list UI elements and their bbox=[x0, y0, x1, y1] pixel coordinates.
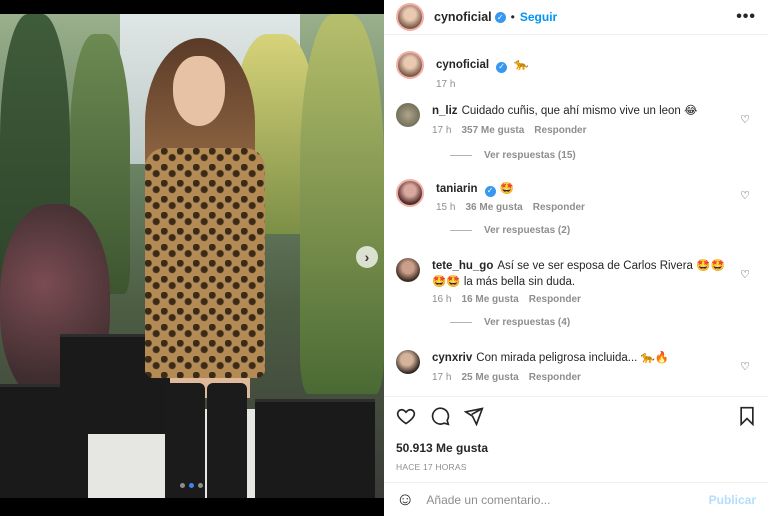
verified-badge-icon: ✓ bbox=[494, 11, 506, 23]
action-icons bbox=[396, 405, 756, 427]
comments-list: cynoficial ✓ 🐆 17 h n_liz Cuidado cuñis, q… bbox=[384, 45, 768, 395]
replies-line bbox=[450, 230, 472, 231]
author-username[interactable]: cynoficial bbox=[434, 10, 492, 24]
comment-like-heart-icon[interactable]: ♡ bbox=[740, 113, 750, 126]
post-actions: 50.913 Me gusta HACE 17 HORAS bbox=[384, 396, 768, 472]
commenter-avatar[interactable] bbox=[396, 179, 424, 207]
view-replies-button[interactable]: Ver respuestas (2) bbox=[450, 225, 756, 236]
comment-item: tete_hu_go Así se ve ser esposa de Carlos… bbox=[396, 258, 756, 328]
caption-username[interactable]: cynoficial bbox=[436, 59, 489, 71]
comment-likes[interactable]: 357 Me gusta bbox=[461, 125, 524, 136]
more-options-icon[interactable]: ••• bbox=[736, 8, 756, 26]
reply-button[interactable]: Responder bbox=[529, 294, 581, 305]
comment-time: 17 h bbox=[432, 125, 452, 136]
photo-dress bbox=[145, 148, 265, 378]
comment-like-heart-icon[interactable]: ♡ bbox=[740, 268, 750, 281]
comment-username[interactable]: cynxriv bbox=[432, 352, 472, 364]
commenter-avatar[interactable] bbox=[396, 103, 420, 127]
comment-text: Con mirada peligrosa incluida... 🐆🔥 bbox=[476, 352, 670, 364]
view-replies-label: Ver respuestas (4) bbox=[484, 317, 571, 328]
verified-badge-icon: ✓ bbox=[496, 61, 508, 73]
photo-boot bbox=[207, 383, 247, 498]
comment-time: 17 h bbox=[432, 372, 452, 383]
view-replies-button[interactable]: Ver respuestas (15) bbox=[450, 150, 756, 161]
comment-item: taniarin ✓ 🤩 15 h 36 Me gusta Responder ♡ … bbox=[396, 179, 756, 236]
instagram-post-modal: › cynoficial ✓ • Seguir ••• cynoficial ✓… bbox=[0, 0, 768, 516]
comment-icon[interactable] bbox=[430, 406, 450, 426]
comment-text: Cuidado cuñis, que ahí mismo vive un leo… bbox=[461, 105, 698, 117]
reply-button[interactable]: Responder bbox=[534, 125, 586, 136]
author-avatar[interactable] bbox=[396, 51, 424, 79]
comment-username[interactable]: taniarin bbox=[436, 183, 478, 195]
caption-time: 17 h bbox=[436, 79, 456, 90]
bookmark-icon[interactable] bbox=[738, 406, 756, 426]
follow-button[interactable]: Seguir bbox=[520, 10, 557, 24]
comment-username[interactable]: tete_hu_go bbox=[432, 260, 493, 272]
comment-item: cynxriv Con mirada peligrosa incluida... … bbox=[396, 350, 756, 383]
post-timestamp: HACE 17 HORAS bbox=[396, 462, 467, 472]
verified-badge-icon: ✓ bbox=[484, 185, 496, 197]
emoji-icon[interactable]: ☺ bbox=[396, 489, 414, 510]
commenter-avatar[interactable] bbox=[396, 258, 420, 282]
comment-time: 15 h bbox=[436, 202, 456, 213]
heart-icon[interactable] bbox=[396, 406, 416, 426]
carousel-dots bbox=[180, 483, 203, 488]
photo-boot bbox=[165, 383, 205, 498]
photo-palm bbox=[300, 14, 384, 394]
carousel-dot bbox=[180, 483, 185, 488]
caption-text: 🐆 bbox=[514, 59, 529, 71]
share-icon[interactable] bbox=[464, 406, 484, 426]
commenter-avatar[interactable] bbox=[396, 350, 420, 374]
comment-item: n_liz Cuidado cuñis, que ahí mismo vive u… bbox=[396, 103, 756, 161]
comment-input[interactable] bbox=[426, 492, 709, 507]
comment-text: 🤩 bbox=[499, 183, 514, 195]
replies-line bbox=[450, 322, 472, 323]
add-comment-bar: ☺ Publicar bbox=[384, 482, 768, 516]
separator-dot: • bbox=[510, 10, 515, 24]
carousel-dot bbox=[198, 483, 203, 488]
photo-woman bbox=[125, 38, 285, 498]
author-avatar[interactable] bbox=[396, 3, 424, 31]
next-image-arrow-icon[interactable]: › bbox=[356, 246, 378, 268]
view-replies-button[interactable]: Ver respuestas (4) bbox=[450, 317, 756, 328]
replies-line bbox=[450, 155, 472, 156]
reply-button[interactable]: Responder bbox=[533, 202, 585, 213]
comment-username[interactable]: n_liz bbox=[432, 105, 458, 117]
view-replies-label: Ver respuestas (15) bbox=[484, 150, 576, 161]
photo-face bbox=[173, 56, 225, 126]
comment-time: 16 h bbox=[432, 294, 452, 305]
publish-button[interactable]: Publicar bbox=[709, 493, 756, 507]
comment-like-heart-icon[interactable]: ♡ bbox=[740, 360, 750, 373]
post-caption: cynoficial ✓ 🐆 17 h bbox=[396, 51, 756, 90]
likes-count[interactable]: 50.913 Me gusta bbox=[396, 441, 756, 455]
comment-likes[interactable]: 25 Me gusta bbox=[461, 372, 518, 383]
post-header: cynoficial ✓ • Seguir ••• bbox=[384, 0, 768, 35]
comment-likes[interactable]: 16 Me gusta bbox=[461, 294, 518, 305]
reply-button[interactable]: Responder bbox=[529, 372, 581, 383]
post-sidebar: cynoficial ✓ • Seguir ••• cynoficial ✓ 🐆 … bbox=[384, 0, 768, 516]
carousel-dot-active bbox=[189, 483, 194, 488]
post-photo[interactable]: › bbox=[0, 14, 384, 498]
comment-likes[interactable]: 36 Me gusta bbox=[465, 202, 522, 213]
view-replies-label: Ver respuestas (2) bbox=[484, 225, 571, 236]
comment-like-heart-icon[interactable]: ♡ bbox=[740, 189, 750, 202]
